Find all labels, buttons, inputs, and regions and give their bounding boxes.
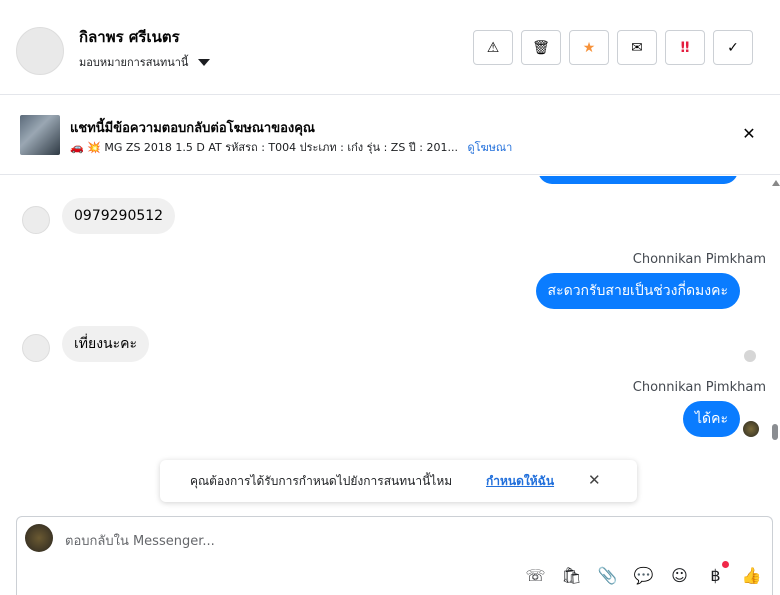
delete-button[interactable]: 🗑 bbox=[521, 30, 561, 65]
contact-avatar-small bbox=[22, 206, 50, 234]
assign-prompt-text: คุณต้องการได้รับการกำหนดไปยังการสนทนานี้… bbox=[190, 474, 453, 488]
warning-icon: ⚠ bbox=[486, 39, 500, 56]
chat-bubble-icon: 💬 bbox=[633, 566, 654, 585]
star-icon: ★ bbox=[582, 39, 596, 56]
envelope-icon: ✉ bbox=[631, 39, 643, 56]
notification-badge bbox=[722, 561, 729, 568]
phone-plus-icon: ☏ bbox=[525, 566, 546, 585]
scroll-up-arrow-icon[interactable] bbox=[772, 180, 780, 186]
assign-conversation-dropdown[interactable]: มอบหมายการสนทนานี้ bbox=[79, 53, 211, 71]
shopping-bag-icon: 🛍 bbox=[561, 566, 582, 585]
ad-description: MG ZS 2018 1.5 D AT รหัสรถ : T004 ประเภท… bbox=[104, 141, 458, 154]
view-ad-link[interactable]: ดูโฆษณา bbox=[467, 141, 512, 154]
message-composer: ☏ 🛍 📎 💬 ☺ ฿ 👍 bbox=[16, 516, 773, 595]
conversation-header: กิลาพร ศรีเนตร มอบหมายการสนทนานี้ ⚠ 🗑 ★ … bbox=[0, 0, 780, 95]
header-actions: ⚠ 🗑 ★ ✉ ‼ ✓ bbox=[473, 30, 753, 65]
chevron-down-icon bbox=[198, 58, 211, 66]
contact-name[interactable]: กิลาพร ศรีเนตร bbox=[79, 25, 180, 49]
check-icon: ✓ bbox=[727, 39, 739, 56]
mark-unread-button[interactable]: ✉ bbox=[617, 30, 657, 65]
saved-replies-button[interactable]: 💬 bbox=[633, 565, 654, 586]
done-button[interactable]: ✓ bbox=[713, 30, 753, 65]
emoji-button[interactable]: ☺ bbox=[669, 565, 690, 586]
star-button[interactable]: ★ bbox=[569, 30, 609, 65]
message-bubble-incoming: เที่ยงนะคะ bbox=[62, 326, 150, 362]
follow-up-button[interactable]: ‼ bbox=[665, 30, 705, 65]
ad-banner-title: แชทนี้มีข้อความตอบกลับต่อโฆษณาของคุณ bbox=[70, 121, 315, 136]
assign-prompt-toast: คุณต้องการได้รับการกำหนดไปยังการสนทนานี้… bbox=[160, 460, 637, 502]
exclamation-icon: ‼ bbox=[680, 39, 690, 56]
shopping-button[interactable]: 🛍 bbox=[561, 565, 582, 586]
contact-avatar-small bbox=[22, 334, 50, 362]
composer-tools: ☏ 🛍 📎 💬 ☺ ฿ 👍 bbox=[525, 561, 762, 586]
page-avatar bbox=[25, 524, 53, 552]
ad-reply-banner: แชทนี้มีข้อความตอบกลับต่อโฆษณาของคุณ 🚗 💥… bbox=[0, 95, 780, 175]
chat-scrollbar[interactable] bbox=[770, 176, 780, 514]
like-button[interactable]: 👍 bbox=[741, 565, 762, 586]
reply-input[interactable] bbox=[65, 531, 745, 551]
message-bubble-outgoing: ได้คะ bbox=[682, 401, 740, 437]
scroll-thumb[interactable] bbox=[772, 424, 778, 440]
payment-button[interactable]: ฿ bbox=[705, 561, 729, 586]
paperclip-icon: 📎 bbox=[597, 566, 618, 585]
message-bubble-partial bbox=[538, 176, 738, 184]
assign-label: มอบหมายการสนทนานี้ bbox=[79, 56, 189, 69]
message-bubble-incoming: 0979290512 bbox=[62, 198, 176, 234]
baht-icon: ฿ bbox=[710, 566, 721, 585]
car-emoji: 🚗 💥 bbox=[70, 141, 101, 154]
smiley-icon: ☺ bbox=[671, 566, 688, 585]
call-plus-button[interactable]: ☏ bbox=[525, 565, 546, 586]
read-receipt-avatar bbox=[743, 421, 759, 437]
ad-thumbnail bbox=[20, 115, 60, 155]
sender-name: Chonnikan Pimkham bbox=[632, 380, 766, 395]
ad-description-row: 🚗 💥 MG ZS 2018 1.5 D AT รหัสรถ : T004 ปร… bbox=[70, 138, 512, 156]
report-button[interactable]: ⚠ bbox=[473, 30, 513, 65]
attach-button[interactable]: 📎 bbox=[597, 565, 618, 586]
thumbs-up-icon: 👍 bbox=[741, 566, 762, 585]
trash-icon: 🗑 bbox=[532, 39, 550, 56]
message-bubble-outgoing: สะดวกรับสายเป็นช่วงกี่ดมงคะ bbox=[535, 273, 740, 309]
assign-to-me-link[interactable]: กำหนดให้ฉัน bbox=[486, 472, 554, 491]
seen-indicator bbox=[744, 350, 756, 362]
close-icon[interactable]: ✕ bbox=[740, 125, 758, 143]
sender-name: Chonnikan Pimkham bbox=[632, 252, 766, 267]
close-icon[interactable]: ✕ bbox=[588, 471, 601, 489]
contact-avatar[interactable] bbox=[16, 27, 64, 75]
